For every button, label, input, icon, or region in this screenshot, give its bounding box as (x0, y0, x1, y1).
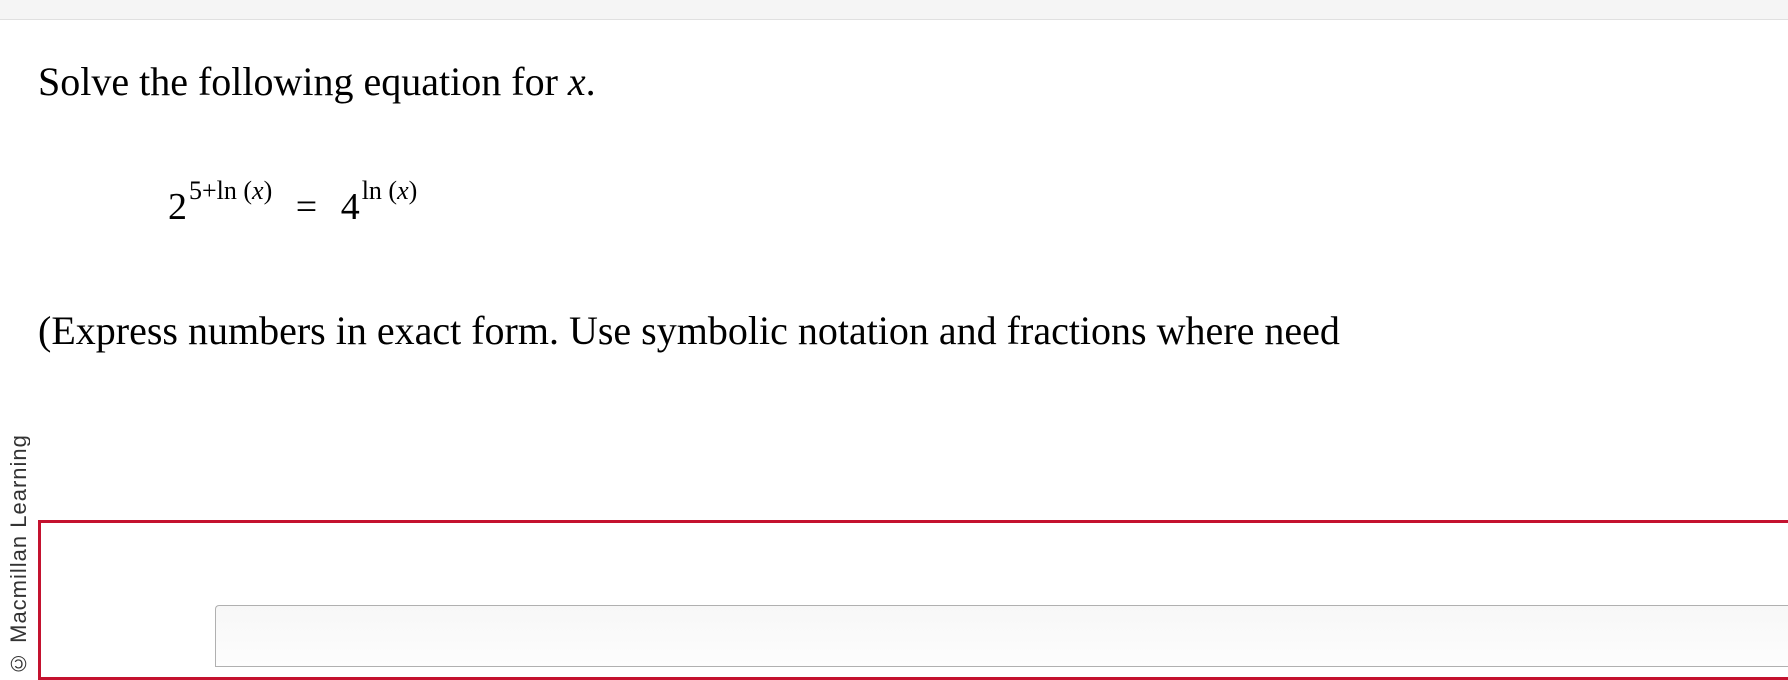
eq-left-exp-suffix: ) (264, 176, 273, 205)
instructions-text: (Express numbers in exact form. Use symb… (38, 307, 1788, 354)
eq-right-exp-var: x (397, 176, 409, 205)
prompt-variable: x (568, 59, 586, 104)
prompt-prefix: Solve the following equation for (38, 59, 568, 104)
eq-equals: = (296, 185, 317, 229)
eq-left-exp-prefix: 5+ln ( (189, 176, 252, 205)
question-prompt: Solve the following equation for x. (38, 58, 1788, 106)
copyright-text: © Macmillan Learning (6, 60, 30, 676)
eq-left-base: 2 (168, 185, 187, 229)
eq-right-base: 4 (341, 185, 360, 229)
answer-input[interactable] (215, 605, 1788, 667)
top-divider (0, 0, 1788, 20)
eq-right-exp-prefix: ln ( (362, 176, 397, 205)
equation: 25+ln (x) = 4ln (x) (168, 182, 1788, 229)
eq-right-exponent: ln (x) (360, 176, 418, 206)
eq-right-exp-suffix: ) (409, 176, 418, 205)
prompt-suffix: . (586, 59, 596, 104)
eq-left-exp-var: x (252, 176, 264, 205)
question-content: Solve the following equation for x. 25+l… (38, 58, 1788, 354)
eq-left-exponent: 5+ln (x) (187, 176, 272, 206)
answer-frame (38, 520, 1788, 680)
